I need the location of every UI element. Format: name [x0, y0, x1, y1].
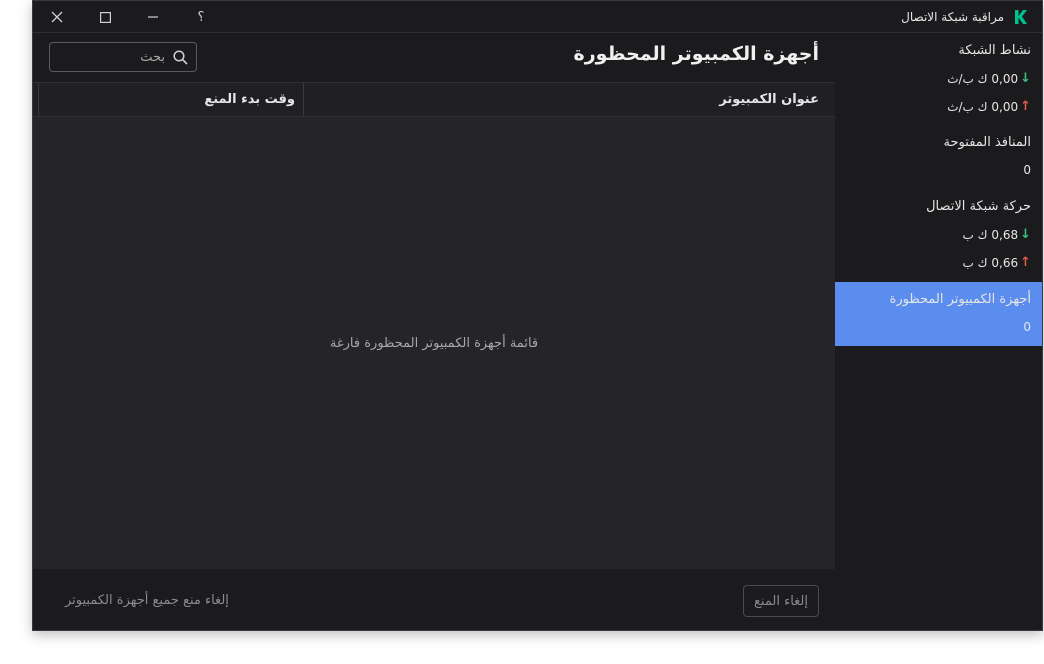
- sidebar-item-label: المنافذ المفتوحة: [943, 135, 1031, 150]
- sidebar-item-label: حركة شبكة الاتصال: [926, 199, 1031, 214]
- blocked-computers-count: 0: [1023, 320, 1031, 334]
- sidebar-item-blocked-computers[interactable]: أجهزة الكمبيوتر المحظورة 0: [834, 282, 1042, 346]
- sidebar-item-network-traffic[interactable]: حركة شبكة الاتصال ↓ 0,68 ك ب ↑ 0,66 ك ب: [834, 189, 1042, 281]
- traffic-download: ↓ 0,68 ك ب: [962, 227, 1031, 242]
- sidebar-item-label: أجهزة الكمبيوتر المحظورة: [889, 292, 1031, 307]
- title-bar: ؟ مراقبة شبكة الاتصال: [33, 1, 1042, 33]
- app-window: ؟ مراقبة شبكة الاتصال نشاط الشبكة ↓ 0,00…: [32, 0, 1043, 631]
- footer-bar: إلغاء المنع إلغاء منع جميع أجهزة الكمبيو…: [33, 569, 835, 630]
- arrow-up-icon: ↑: [1020, 255, 1031, 270]
- search-icon: [173, 49, 188, 65]
- help-button[interactable]: ؟: [177, 1, 225, 33]
- app-title: مراقبة شبكة الاتصال: [901, 10, 1004, 24]
- unblock-button[interactable]: إلغاء المنع: [743, 585, 819, 617]
- maximize-icon: [99, 11, 111, 23]
- main-panel: أجهزة الكمبيوتر المحظورة عنوان الكمبيوتر…: [33, 33, 835, 630]
- arrow-down-icon: ↓: [1020, 227, 1031, 242]
- maximize-button[interactable]: [81, 1, 129, 33]
- unblock-all-link[interactable]: إلغاء منع جميع أجهزة الكمبيوتر: [65, 593, 229, 608]
- arrow-up-icon: ↑: [1020, 99, 1031, 114]
- empty-list-message: قائمة أجهزة الكمبيوتر المحظورة فارغة: [329, 335, 539, 351]
- traffic-upload: ↑ 0,66 ك ب: [962, 255, 1031, 270]
- column-header-computer-address[interactable]: عنوان الكمبيوتر: [303, 83, 835, 116]
- page-title: أجهزة الكمبيوتر المحظورة: [573, 43, 819, 65]
- download-rate: ↓ 0,00 ك ب/ث: [947, 71, 1031, 86]
- upload-rate: ↑ 0,00 ك ب/ث: [947, 99, 1031, 114]
- table-header: عنوان الكمبيوتر وقت بدء المنع: [33, 82, 835, 117]
- kaspersky-logo-icon: [1015, 10, 1027, 24]
- open-ports-count: 0: [1023, 163, 1031, 177]
- close-button[interactable]: [33, 1, 81, 33]
- close-icon: [51, 11, 63, 23]
- sidebar-item-open-ports[interactable]: المنافذ المفتوحة 0: [834, 125, 1042, 189]
- minimize-button[interactable]: [129, 1, 177, 33]
- search-input[interactable]: [63, 48, 167, 66]
- blocked-computers-table: قائمة أجهزة الكمبيوتر المحظورة فارغة: [33, 117, 835, 569]
- minimize-icon: [148, 16, 158, 18]
- sidebar: نشاط الشبكة ↓ 0,00 ك ب/ث ↑ 0,00 ك ب/ث ال…: [834, 33, 1042, 630]
- search-box[interactable]: [49, 42, 197, 72]
- sidebar-item-network-activity[interactable]: نشاط الشبكة ↓ 0,00 ك ب/ث ↑ 0,00 ك ب/ث: [834, 33, 1042, 125]
- column-header-block-start-time[interactable]: وقت بدء المنع: [38, 83, 303, 116]
- sidebar-item-label: نشاط الشبكة: [958, 43, 1031, 58]
- arrow-down-icon: ↓: [1020, 71, 1031, 86]
